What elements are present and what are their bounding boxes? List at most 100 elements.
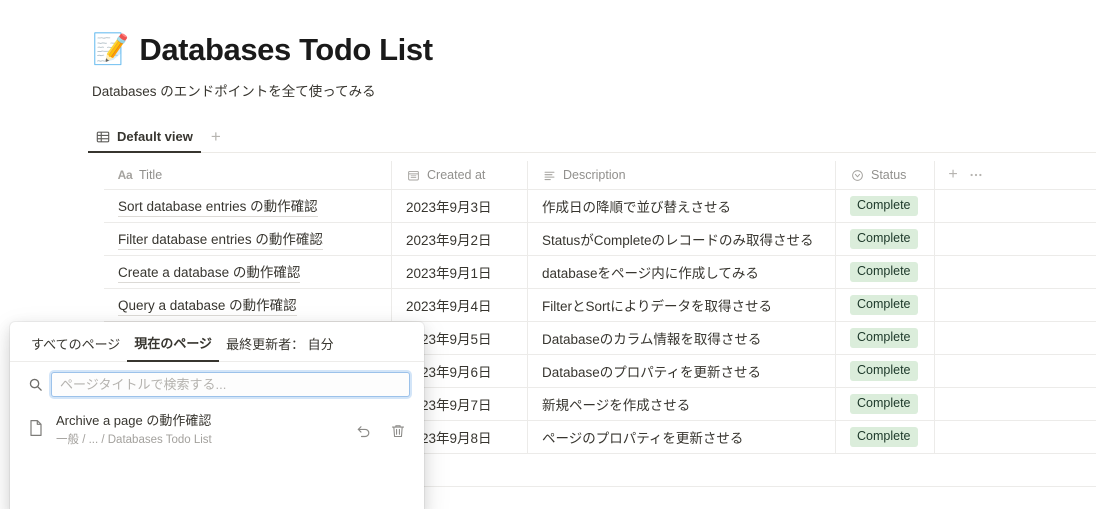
row-description: 作成日の降順で並び替えさせる xyxy=(542,200,731,215)
cell-trailing xyxy=(935,355,1096,387)
row-description: databaseをページ内に作成してみる xyxy=(542,266,759,281)
table-row[interactable]: Filter database entries の動作確認 2023年9月2日 … xyxy=(104,223,1096,256)
trash-icon[interactable] xyxy=(390,423,406,439)
column-header-description-label: Description xyxy=(563,168,626,182)
cell-description[interactable]: Databaseのカラム情報を取得させる xyxy=(528,322,836,354)
table-row[interactable]: Query a database の動作確認 2023年9月4日 Filterと… xyxy=(104,289,1096,322)
page-subtitle: Databases のエンドポイントを全て使ってみる xyxy=(92,83,376,99)
page-title-row: 📝 Databases Todo List xyxy=(92,32,952,68)
row-title-link[interactable]: Sort database entries の動作確認 xyxy=(118,195,318,217)
cell-description[interactable]: 作成日の降順で並び替えさせる xyxy=(528,190,836,222)
cell-description[interactable]: Databaseのプロパティを更新させる xyxy=(528,355,836,387)
page-emoji-icon[interactable]: 📝 xyxy=(92,34,129,65)
add-column-button[interactable]: + xyxy=(945,167,961,183)
list-item-actions xyxy=(356,423,410,439)
table-header-row: Aa Title Created at Description Status + xyxy=(104,161,1096,190)
column-header-created-at-label: Created at xyxy=(427,168,486,182)
cell-description[interactable]: databaseをページ内に作成してみる xyxy=(528,256,836,288)
text-lines-icon xyxy=(542,168,556,182)
row-created-at: 2023年9月1日 xyxy=(406,266,492,281)
row-title-link[interactable]: Create a database の動作確認 xyxy=(118,261,301,283)
cell-status[interactable]: Complete xyxy=(836,322,935,354)
status-badge: Complete xyxy=(850,394,918,414)
cell-trailing xyxy=(935,256,1096,288)
popup-search-bar xyxy=(10,362,424,405)
column-header-title-label: Title xyxy=(139,168,163,182)
cell-trailing xyxy=(935,223,1096,255)
table-row[interactable]: Sort database entries の動作確認 2023年9月3日 作成… xyxy=(104,190,1096,223)
row-created-at: 2023年9月4日 xyxy=(406,299,492,314)
popup-tab-current-page[interactable]: 現在のページ xyxy=(127,333,220,362)
calendar-icon xyxy=(406,168,420,182)
status-badge: Complete xyxy=(850,361,918,381)
cell-description[interactable]: FilterとSortによりデータを取得させる xyxy=(528,289,836,321)
row-description: 新規ページを作成させる xyxy=(542,398,691,413)
status-badge: Complete xyxy=(850,295,918,315)
list-item[interactable]: Archive a page の動作確認 一般 / ... / Database… xyxy=(10,405,424,456)
cell-title[interactable]: Query a database の動作確認 xyxy=(104,289,392,321)
chevron-down-circle-icon xyxy=(850,168,864,182)
cell-created-at[interactable]: 2023年9月3日 xyxy=(392,190,528,222)
table-more-options-button[interactable] xyxy=(968,167,984,183)
list-item-text: Archive a page の動作確認 一般 / ... / Database… xyxy=(56,412,344,449)
row-description: Databaseのカラム情報を取得させる xyxy=(542,332,762,347)
cell-title[interactable]: Filter database entries の動作確認 xyxy=(104,223,392,255)
row-description: Databaseのプロパティを更新させる xyxy=(542,365,761,380)
cell-description[interactable]: StatusがCompleteのレコードのみ取得させる xyxy=(528,223,836,255)
cell-title[interactable]: Create a database の動作確認 xyxy=(104,256,392,288)
cell-status[interactable]: Complete xyxy=(836,388,935,420)
table-row[interactable]: Create a database の動作確認 2023年9月1日 databa… xyxy=(104,256,1096,289)
search-icon xyxy=(28,377,43,392)
list-item-title: Archive a page の動作確認 xyxy=(56,413,212,428)
cell-status[interactable]: Complete xyxy=(836,223,935,255)
cell-title[interactable]: Sort database entries の動作確認 xyxy=(104,190,392,222)
status-badge: Complete xyxy=(850,427,918,447)
row-description: ページのプロパティを更新させる xyxy=(542,431,744,446)
page-title: Databases Todo List xyxy=(139,32,433,67)
status-badge: Complete xyxy=(850,229,918,249)
row-title-link[interactable]: Query a database の動作確認 xyxy=(118,294,297,316)
row-title-link[interactable]: Filter database entries の動作確認 xyxy=(118,228,323,250)
cell-status[interactable]: Complete xyxy=(836,421,935,453)
row-description: StatusがCompleteのレコードのみ取得させる xyxy=(542,233,814,248)
cell-trailing xyxy=(935,190,1096,222)
search-input[interactable] xyxy=(51,372,410,397)
aa-text-icon: Aa xyxy=(117,168,133,182)
cell-description[interactable]: 新規ページを作成させる xyxy=(528,388,836,420)
popup-tab-all-pages[interactable]: すべてのページ xyxy=(24,334,127,361)
cell-description[interactable]: ページのプロパティを更新させる xyxy=(528,421,836,453)
tab-default-view[interactable]: Default view xyxy=(88,129,201,153)
app-root: 📝 Databases Todo List Databases のエンドポイント… xyxy=(0,0,1096,509)
document-icon xyxy=(28,419,44,442)
cell-trailing xyxy=(935,289,1096,321)
status-badge: Complete xyxy=(850,196,918,216)
status-badge: Complete xyxy=(850,328,918,348)
row-description: FilterとSortによりデータを取得させる xyxy=(542,299,772,314)
add-view-button[interactable]: + xyxy=(201,128,231,152)
column-header-status-label: Status xyxy=(871,168,907,182)
restore-arrow-icon[interactable] xyxy=(356,423,372,439)
cell-created-at[interactable]: 2023年9月4日 xyxy=(392,289,528,321)
cell-created-at[interactable]: 2023年9月1日 xyxy=(392,256,528,288)
cell-trailing xyxy=(935,322,1096,354)
page-header: 📝 Databases Todo List Databases のエンドポイント… xyxy=(92,32,952,102)
status-badge: Complete xyxy=(850,262,918,282)
tab-default-view-label: Default view xyxy=(117,129,193,144)
column-header-description[interactable]: Description xyxy=(528,161,836,189)
column-header-title[interactable]: Aa Title xyxy=(104,161,392,189)
cell-status[interactable]: Complete xyxy=(836,190,935,222)
cell-trailing xyxy=(935,421,1096,453)
column-header-status[interactable]: Status xyxy=(836,161,935,189)
cell-status[interactable]: Complete xyxy=(836,289,935,321)
cell-created-at[interactable]: 2023年9月2日 xyxy=(392,223,528,255)
column-header-created-at[interactable]: Created at xyxy=(392,161,528,189)
table-header-actions: + xyxy=(935,161,1096,189)
cell-status[interactable]: Complete xyxy=(836,355,935,387)
popup-tab-last-edited-by-me[interactable]: 最終更新者： 自分 xyxy=(219,334,341,361)
view-tab-bar: Default view + xyxy=(88,124,1096,153)
cell-status[interactable]: Complete xyxy=(836,256,935,288)
cell-trailing xyxy=(935,388,1096,420)
page-search-popup: すべてのページ 現在のページ 最終更新者： 自分 Archive a p xyxy=(10,322,424,509)
breadcrumb: 一般 / ... / Databases Todo List xyxy=(56,434,212,446)
row-created-at: 2023年9月2日 xyxy=(406,233,492,248)
